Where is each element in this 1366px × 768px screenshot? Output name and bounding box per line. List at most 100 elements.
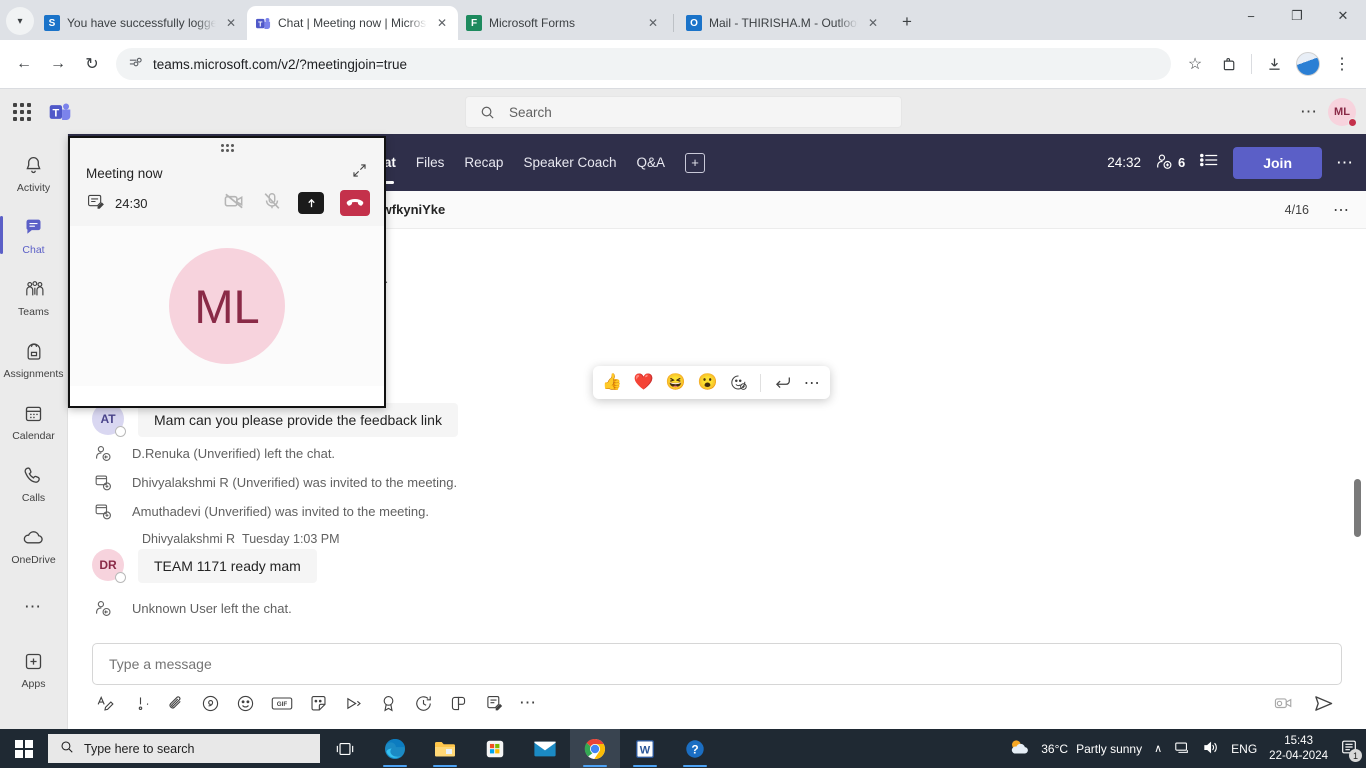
schedule-icon[interactable] xyxy=(414,694,433,713)
browser-tab-2[interactable]: T Chat | Meeting now | Microsof ✕ xyxy=(247,6,458,40)
sidebar-item-more[interactable]: ⋯ xyxy=(0,576,67,638)
close-icon[interactable]: ✕ xyxy=(865,15,881,31)
forms-icon[interactable] xyxy=(484,694,503,713)
meeting-pip-window[interactable]: Meeting now 24:30 ML xyxy=(68,136,386,408)
importance-icon[interactable] xyxy=(131,694,150,713)
site-info-icon[interactable] xyxy=(128,55,143,73)
minimize-button[interactable]: − xyxy=(1228,0,1274,32)
topbar-more-icon[interactable]: ⋯ xyxy=(1300,102,1318,122)
weather-widget[interactable]: 36°C Partly sunny xyxy=(1007,737,1142,760)
chat-scrollbar[interactable] xyxy=(1354,479,1361,537)
new-tab-button[interactable]: + xyxy=(893,8,921,36)
network-icon[interactable] xyxy=(1174,740,1190,758)
participant-count[interactable]: 6 xyxy=(1155,153,1185,173)
gif-icon[interactable]: GIF xyxy=(271,695,293,712)
help-icon[interactable]: ? xyxy=(670,729,720,768)
meeting-more-icon[interactable]: ⋯ xyxy=(1336,153,1354,173)
emoji-icon[interactable] xyxy=(236,694,255,713)
download-icon[interactable] xyxy=(1258,48,1290,80)
sidebar-item-label: OneDrive xyxy=(11,553,56,566)
edge-icon[interactable] xyxy=(370,729,420,768)
word-icon[interactable]: W xyxy=(620,729,670,768)
mic-off-icon[interactable] xyxy=(262,191,282,216)
person-left-icon xyxy=(92,444,114,463)
taskbar-search-input[interactable]: Type here to search xyxy=(48,734,320,763)
reload-button[interactable]: ↻ xyxy=(76,48,108,80)
browser-tab-3[interactable]: F Microsoft Forms ✕ xyxy=(458,6,669,40)
close-icon[interactable]: ✕ xyxy=(645,15,661,31)
start-button[interactable] xyxy=(0,729,48,768)
app-launcher-icon[interactable] xyxy=(0,102,44,121)
notes-icon[interactable] xyxy=(86,192,105,214)
add-tab-button[interactable]: + xyxy=(685,152,706,173)
tray-chevron-icon[interactable]: ∧ xyxy=(1154,742,1162,755)
avatar: ML xyxy=(169,248,285,364)
extensions-icon[interactable] xyxy=(1213,48,1245,80)
thumbsup-reaction-icon[interactable]: 👍 xyxy=(602,374,622,391)
pinned-more-icon[interactable]: ⋯ xyxy=(1333,200,1350,220)
browser-tab-4[interactable]: O Mail - THIRISHA.M - Outlook ✕ xyxy=(678,6,889,40)
task-view-icon[interactable] xyxy=(320,729,370,768)
stream-icon[interactable] xyxy=(344,694,363,713)
browser-tab-1[interactable]: S You have successfully logged i ✕ xyxy=(36,6,247,40)
sidebar-item-calls[interactable]: Calls xyxy=(0,452,67,514)
language-indicator[interactable]: ENG xyxy=(1231,742,1257,756)
close-icon[interactable]: ✕ xyxy=(223,15,239,31)
apps-icon[interactable] xyxy=(449,694,468,713)
message-input[interactable]: Type a message xyxy=(92,643,1342,685)
hangup-icon[interactable] xyxy=(340,190,370,216)
praise-icon[interactable] xyxy=(379,694,398,713)
address-bar[interactable]: teams.microsoft.com/v2/?meetingjoin=true xyxy=(116,48,1171,80)
join-button[interactable]: Join xyxy=(1233,146,1322,179)
roster-list-icon[interactable] xyxy=(1199,151,1219,174)
back-button[interactable]: ← xyxy=(8,48,40,80)
camera-off-icon[interactable] xyxy=(223,191,246,216)
mail-icon[interactable] xyxy=(520,729,570,768)
tab-search-button[interactable]: ▾ xyxy=(6,7,34,35)
reply-icon[interactable] xyxy=(774,375,792,390)
sidebar-item-activity[interactable]: Activity xyxy=(0,142,67,204)
sidebar-item-onedrive[interactable]: OneDrive xyxy=(0,514,67,576)
close-icon[interactable]: ✕ xyxy=(434,15,450,31)
heart-reaction-icon[interactable]: ❤️ xyxy=(634,374,654,391)
bookmark-icon[interactable]: ☆ xyxy=(1179,48,1211,80)
maximize-button[interactable]: ❐ xyxy=(1274,0,1320,32)
sidebar-item-calendar[interactable]: Calendar xyxy=(0,390,67,452)
compose-more-icon[interactable]: ⋯ xyxy=(519,693,537,713)
user-avatar[interactable]: ML xyxy=(1328,97,1357,127)
pip-drag-handle[interactable] xyxy=(70,138,384,158)
volume-icon[interactable] xyxy=(1202,740,1219,758)
share-icon[interactable] xyxy=(298,192,324,214)
surprised-reaction-icon[interactable]: 😮 xyxy=(698,374,718,391)
laugh-reaction-icon[interactable]: 😆 xyxy=(666,374,686,391)
microsoft-store-icon[interactable] xyxy=(470,729,520,768)
send-icon[interactable] xyxy=(1313,694,1334,713)
tab-files[interactable]: Files xyxy=(416,134,445,191)
avatar[interactable]: DR xyxy=(92,549,126,583)
toolbar-divider xyxy=(1251,54,1252,74)
chrome-icon[interactable] xyxy=(570,729,620,768)
add-reaction-icon[interactable] xyxy=(730,374,747,391)
sidebar-item-apps[interactable]: Apps xyxy=(0,638,67,700)
clock-widget[interactable]: 15:43 22-04-2024 xyxy=(1269,734,1328,763)
sidebar-item-assignments[interactable]: Assignments xyxy=(0,328,67,390)
search-input[interactable]: Search xyxy=(465,96,902,128)
profile-avatar[interactable] xyxy=(1292,48,1324,80)
tab-recap[interactable]: Recap xyxy=(464,134,503,191)
sidebar-item-teams[interactable]: Teams xyxy=(0,266,67,328)
tab-speaker-coach[interactable]: Speaker Coach xyxy=(523,134,616,191)
message-more-icon[interactable]: ⋯ xyxy=(804,373,821,393)
tab-qa[interactable]: Q&A xyxy=(637,134,666,191)
loop-icon[interactable] xyxy=(201,694,220,713)
video-clip-icon[interactable] xyxy=(1273,694,1295,712)
file-explorer-icon[interactable] xyxy=(420,729,470,768)
expand-icon[interactable] xyxy=(351,162,368,184)
chrome-menu-icon[interactable]: ⋮ xyxy=(1326,48,1358,80)
close-window-button[interactable]: ✕ xyxy=(1320,0,1366,32)
forward-button[interactable]: → xyxy=(42,48,74,80)
format-icon[interactable] xyxy=(96,694,115,713)
notification-center-icon[interactable]: 1 xyxy=(1340,738,1362,762)
sidebar-item-chat[interactable]: Chat xyxy=(0,204,67,266)
attach-icon[interactable] xyxy=(166,694,185,713)
sticker-icon[interactable] xyxy=(309,694,328,713)
